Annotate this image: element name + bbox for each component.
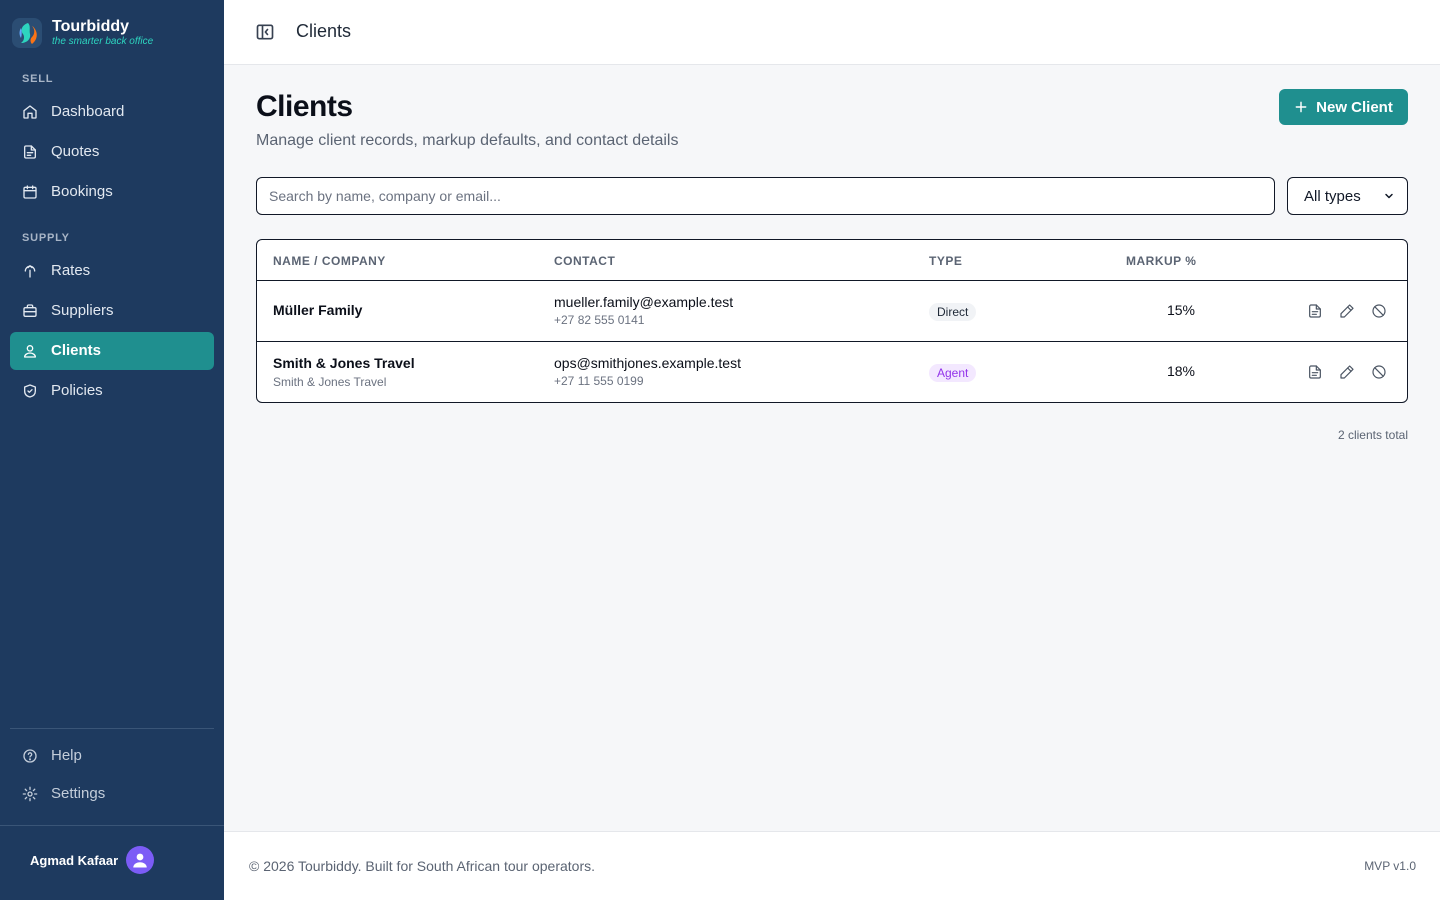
sidebar-item-label: Settings — [51, 785, 106, 802]
column-header-markup[interactable]: MARKUP % — [1126, 254, 1196, 268]
sidebar-toggle-icon — [256, 24, 274, 40]
sidebar-item-label: Policies — [51, 382, 103, 399]
sidebar-item-suppliers[interactable]: Suppliers — [10, 292, 214, 330]
disable-ban-icon[interactable] — [1371, 303, 1387, 319]
sidebar-item-label: Help — [51, 747, 82, 764]
users-icon — [24, 345, 36, 358]
disable-ban-icon[interactable] — [1371, 364, 1387, 380]
sidebar-item-rates[interactable]: Rates — [10, 252, 214, 290]
client-company: Smith & Jones Travel — [273, 375, 387, 389]
column-header-name[interactable]: NAME / COMPANY — [273, 254, 386, 268]
avatar — [126, 846, 155, 874]
table-row[interactable]: Müller Family mueller.family@example.tes… — [257, 281, 1407, 342]
markup-value: 15% — [1166, 302, 1195, 318]
sidebar-item-clients[interactable]: Clients — [10, 332, 214, 370]
client-name[interactable]: Smith & Jones Travel — [273, 355, 415, 371]
row-actions — [1307, 303, 1387, 319]
sidebar-item-help[interactable]: Help — [10, 737, 214, 775]
calendar-icon — [23, 185, 37, 199]
sidebar-divider — [0, 825, 224, 826]
view-document-icon[interactable] — [1307, 303, 1323, 319]
page-subtitle: Manage client records, markup defaults, … — [256, 132, 679, 149]
help-icon — [23, 749, 37, 763]
section-label-supply: SUPPLY — [22, 232, 70, 244]
sidebar-item-label: Quotes — [51, 143, 100, 160]
new-client-label: New Client — [1316, 98, 1393, 116]
sidebar-toggle-button[interactable] — [255, 22, 275, 42]
client-email: ops@smithjones.example.test — [554, 355, 741, 371]
briefcase-icon — [23, 304, 37, 317]
sidebar-item-label: Dashboard — [51, 103, 125, 120]
rates-icon — [24, 265, 36, 278]
sidebar-item-label: Suppliers — [51, 302, 114, 319]
search-input[interactable] — [256, 177, 1275, 215]
edit-pencil-icon[interactable] — [1339, 303, 1355, 319]
clients-table: NAME / COMPANY CONTACT TYPE MARKUP % Mül… — [256, 239, 1408, 403]
page-title: Clients — [256, 90, 353, 123]
table-header: NAME / COMPANY CONTACT TYPE MARKUP % — [257, 240, 1407, 281]
client-email: mueller.family@example.test — [554, 294, 734, 310]
table-row[interactable]: Smith & Jones Travel Smith & Jones Trave… — [257, 342, 1407, 402]
client-phone: +27 82 555 0141 — [554, 313, 645, 327]
shield-icon — [24, 384, 36, 398]
edit-pencil-icon[interactable] — [1339, 364, 1355, 380]
user-name: Agmad Kafaar — [30, 852, 119, 868]
brand-tagline: the smarter back office — [52, 36, 154, 47]
client-phone: +27 11 555 0199 — [554, 374, 644, 388]
clients-total: 2 clients total — [1337, 428, 1408, 442]
topbar: Clients — [224, 0, 1440, 65]
sidebar-item-label: Bookings — [51, 183, 113, 200]
sidebar-item-settings[interactable]: Settings — [10, 775, 214, 813]
sidebar-item-dashboard[interactable]: Dashboard — [10, 93, 214, 131]
type-badge: Direct — [929, 303, 977, 321]
markup-value: 18% — [1166, 363, 1195, 379]
gear-icon — [22, 786, 38, 802]
user-menu[interactable]: Agmad Kafaar — [30, 846, 155, 874]
column-header-contact[interactable]: CONTACT — [554, 254, 615, 268]
type-filter-select[interactable]: All types — [1287, 177, 1408, 215]
footer-copyright: © 2026 Tourbiddy. Built for South Africa… — [249, 858, 595, 874]
row-actions — [1307, 364, 1387, 380]
column-header-type[interactable]: TYPE — [929, 254, 962, 268]
topbar-title: Clients — [296, 21, 352, 41]
sidebar-item-quotes[interactable]: Quotes — [10, 133, 214, 171]
section-label-sell: SELL — [22, 73, 54, 85]
footer: © 2026 Tourbiddy. Built for South Africa… — [224, 831, 1440, 900]
type-filter-value: All types — [1304, 187, 1361, 205]
type-badge: Agent — [929, 364, 977, 382]
chevron-down-icon — [1385, 193, 1393, 199]
sidebar-item-bookings[interactable]: Bookings — [10, 173, 214, 211]
brand[interactable]: Tourbiddy the smarter back office — [12, 18, 153, 48]
plus-icon — [1295, 101, 1307, 113]
brand-name: Tourbiddy — [52, 18, 130, 35]
view-document-icon[interactable] — [1307, 364, 1323, 380]
sidebar-item-policies[interactable]: Policies — [10, 372, 214, 410]
footer-version: MVP v1.0 — [1364, 859, 1416, 873]
sidebar-item-label: Rates — [51, 262, 91, 279]
sidebar-item-label: Clients — [51, 342, 102, 359]
sidebar-divider — [10, 728, 214, 729]
brand-logo — [12, 18, 42, 48]
new-client-button[interactable]: New Client — [1279, 89, 1408, 125]
home-icon — [23, 105, 37, 119]
document-icon — [24, 145, 36, 159]
sidebar: Tourbiddy the smarter back office SELL D… — [0, 0, 224, 900]
client-name[interactable]: Müller Family — [273, 302, 362, 318]
